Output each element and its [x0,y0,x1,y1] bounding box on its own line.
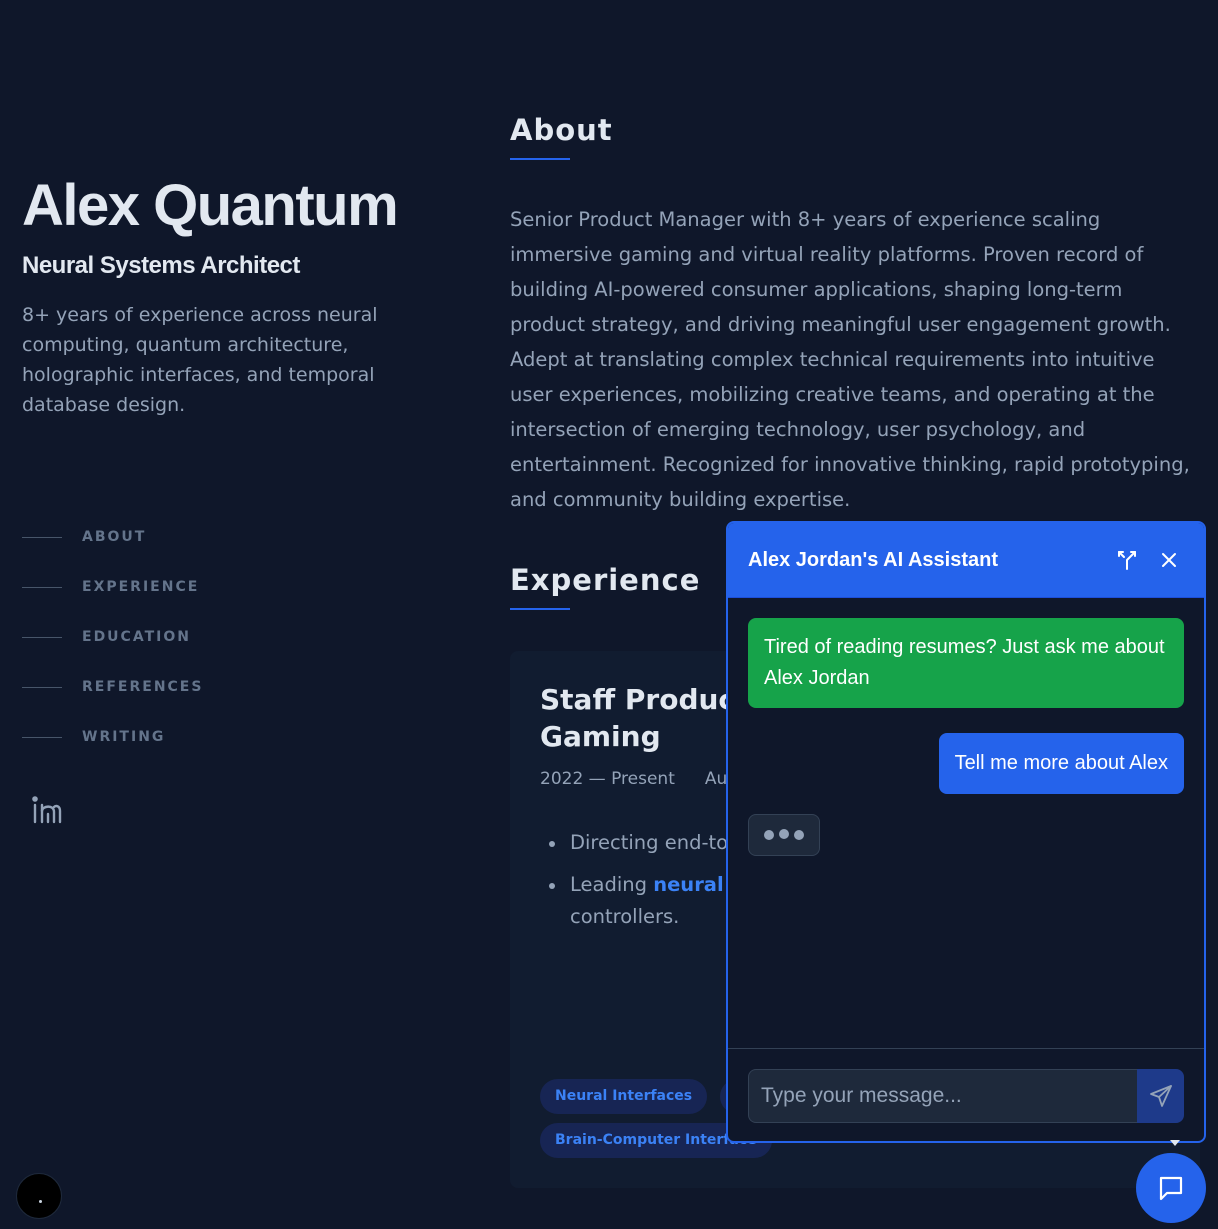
chat-widget: Alex Jordan's AI Assistant Tired of read… [726,521,1206,1143]
typing-dot [794,830,804,840]
about-text: Senior Product Manager with 8+ years of … [510,208,1190,511]
chat-bubble-icon [1159,1176,1183,1201]
chat-toggle-button[interactable] [1136,1153,1206,1223]
section-nav: ABOUT EXPERIENCE EDUCATION REFERENCES WR… [22,512,203,762]
typing-dot [779,829,789,839]
nav-label: WRITING [82,729,166,745]
nav-line [22,736,62,738]
job-meta: 2022 — Present Aust [540,769,743,789]
chat-close-button[interactable] [1154,545,1184,575]
send-icon [1149,1085,1172,1107]
chat-messages: Tired of reading resumes? Just ask me ab… [728,598,1204,1048]
send-button[interactable] [1137,1069,1184,1123]
typing-indicator [748,814,820,856]
bullet-text: Leading [570,873,654,896]
chat-caret-icon [1170,1140,1180,1146]
tag: Neural Interfaces [540,1079,708,1114]
nav-label: EDUCATION [82,629,191,645]
chat-expand-button[interactable] [1112,545,1142,575]
nav-item-education[interactable]: EDUCATION [22,612,203,662]
close-icon [1162,553,1176,567]
experience-title: Experience [510,563,701,597]
experience-underline [510,608,570,610]
nav-item-about[interactable]: ABOUT [22,512,203,562]
profile-role: Neural Systems Architect [22,252,300,279]
theme-toggle-button[interactable] [16,1173,62,1219]
profile-name: Alex Quantum [22,173,399,238]
bot-message: Tired of reading resumes? Just ask me ab… [748,618,1184,708]
nav-label: ABOUT [82,529,147,545]
chat-footer [728,1048,1204,1141]
nav-line [22,586,62,588]
chat-title: Alex Jordan's AI Assistant [748,548,999,571]
about-title: About [510,113,613,147]
profile-tagline: 8+ years of experience across neural com… [22,304,378,416]
about-underline [510,158,570,160]
profile-header: Alex Quantum Neural Systems Architect 8+… [22,172,442,420]
nav-item-references[interactable]: REFERENCES [22,662,203,712]
nav-line [22,686,62,688]
nav-item-writing[interactable]: WRITING [22,712,203,762]
typing-dot [764,830,774,840]
job-dates: 2022 — Present [540,769,675,789]
nav-label: REFERENCES [82,679,204,695]
nav-item-experience[interactable]: EXPERIENCE [22,562,203,612]
nav-line [22,536,62,538]
chat-header: Alex Jordan's AI Assistant [728,523,1204,598]
linkedin-icon[interactable] [30,794,64,828]
chat-message-input[interactable] [748,1069,1138,1123]
user-message: Tell me more about Alex [938,733,1184,794]
expand-icon [1118,551,1136,570]
nav-label: EXPERIENCE [82,579,200,595]
nav-line [22,636,62,638]
